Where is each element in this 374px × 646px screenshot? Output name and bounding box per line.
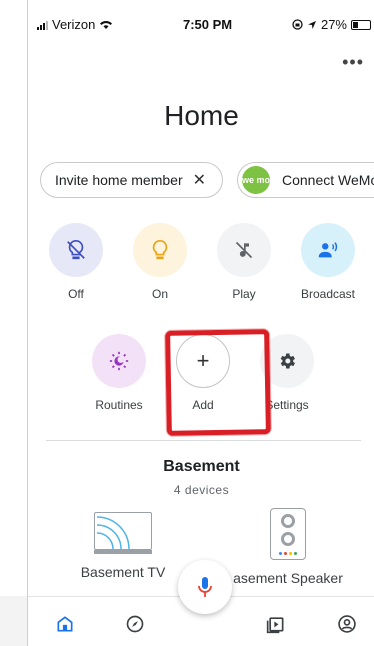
room-title[interactable]: Basement	[28, 458, 374, 476]
action-label: Broadcast	[300, 287, 356, 301]
status-bar: Verizon 7:50 PM 27%	[28, 0, 374, 34]
action-label: Play	[232, 287, 256, 301]
account-icon[interactable]	[334, 611, 360, 637]
discover-compass-icon[interactable]	[122, 611, 148, 637]
rotation-lock-icon	[292, 19, 303, 30]
action-routines[interactable]: Routines	[84, 334, 154, 412]
location-icon	[307, 20, 316, 29]
music-off-icon	[217, 223, 271, 277]
battery-percent: 27%	[320, 17, 347, 32]
status-left: Verizon	[37, 17, 113, 32]
status-time: 7:50 PM	[183, 17, 233, 32]
home-icon[interactable]	[52, 611, 78, 637]
invite-member-chip[interactable]: Invite home member ✕	[40, 162, 223, 198]
action-off[interactable]: Off	[41, 223, 111, 301]
connect-wemo-chip[interactable]: we mo Connect WeMo	[237, 162, 374, 198]
more-options-icon[interactable]: •••	[342, 52, 364, 73]
mic-button[interactable]	[178, 560, 232, 614]
page-title: Home	[164, 100, 239, 131]
background-edge	[0, 596, 27, 646]
divider	[46, 440, 361, 441]
action-label: Routines	[95, 398, 143, 412]
action-play[interactable]: Play	[209, 223, 279, 301]
device-basement-speaker[interactable]: asement Speaker	[213, 508, 363, 586]
action-broadcast[interactable]: Broadcast	[293, 223, 363, 301]
phone-screen: Verizon 7:50 PM 27% ••• Home Invite home…	[27, 0, 374, 646]
device-name: asement Speaker	[233, 570, 343, 586]
broadcast-icon	[301, 223, 355, 277]
invite-chip-label: Invite home member	[55, 172, 183, 188]
carrier-label: Verizon	[52, 17, 96, 32]
bulb-on-icon	[133, 223, 187, 277]
close-icon[interactable]: ✕	[193, 170, 206, 190]
wemo-logo: we mo	[242, 166, 270, 194]
battery-icon	[351, 19, 371, 30]
tv-stand	[94, 550, 152, 554]
add-highlight-annotation	[165, 329, 271, 436]
action-label: Off	[68, 287, 84, 301]
routines-icon	[92, 334, 146, 388]
status-right: 27%	[292, 17, 371, 32]
speaker-icon	[270, 508, 306, 560]
device-name: Basement TV	[80, 564, 166, 580]
room-device-count: 4 devices	[173, 483, 230, 497]
wemo-chip-label: Connect WeMo	[282, 172, 374, 188]
action-label: On	[151, 287, 168, 301]
wifi-icon	[100, 20, 113, 29]
signal-icon	[37, 20, 48, 30]
tv-icon	[94, 512, 152, 550]
bulb-off-icon	[49, 223, 103, 277]
microphone-icon	[198, 577, 212, 597]
device-basement-tv[interactable]: Basement TV	[68, 512, 178, 580]
action-on[interactable]: On	[125, 223, 195, 301]
media-icon[interactable]	[263, 611, 289, 637]
